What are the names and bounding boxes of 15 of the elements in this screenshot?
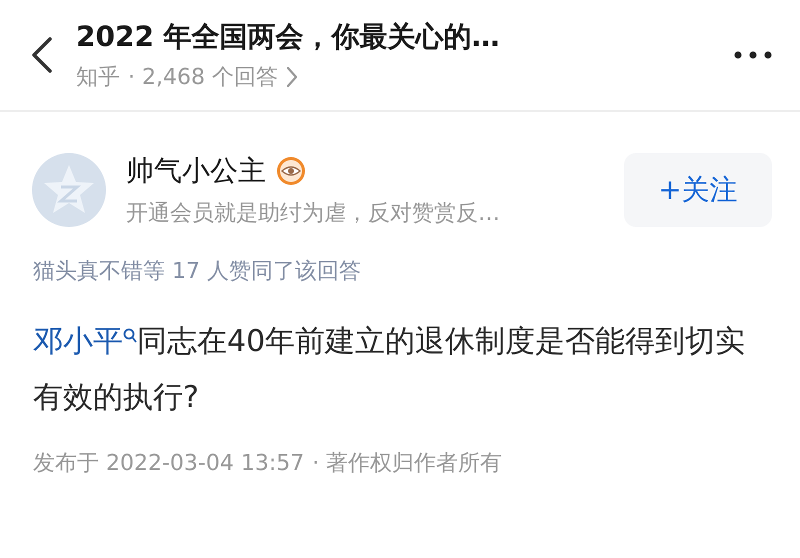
copyright-note: · 著作权归作者所有: [312, 450, 502, 478]
chevron-right-icon[interactable]: [286, 66, 298, 88]
question-title[interactable]: 2022 年全国两会，你最关心的…: [76, 18, 734, 56]
answer-text: 邓小平 同志在40年前建立的退休制度是否能得到切实有效的执行?: [33, 323, 746, 417]
source-label: 知乎: [76, 64, 120, 92]
author-name[interactable]: 帅气小公主: [126, 152, 266, 190]
follow-button[interactable]: +关注: [624, 153, 772, 227]
search-link[interactable]: 邓小平: [33, 324, 137, 359]
more-icon[interactable]: [734, 51, 772, 59]
publish-time: 发布于 2022-03-04 13:57: [33, 450, 304, 478]
back-icon[interactable]: [30, 36, 54, 74]
author-bio: 开通会员就是助纣为虐，反对赞赏反…: [126, 200, 501, 228]
upvote-summary: 猫头真不错等 17 人赞同了该回答: [33, 258, 362, 286]
search-icon[interactable]: [123, 328, 137, 344]
eye-badge-icon: [276, 156, 306, 186]
